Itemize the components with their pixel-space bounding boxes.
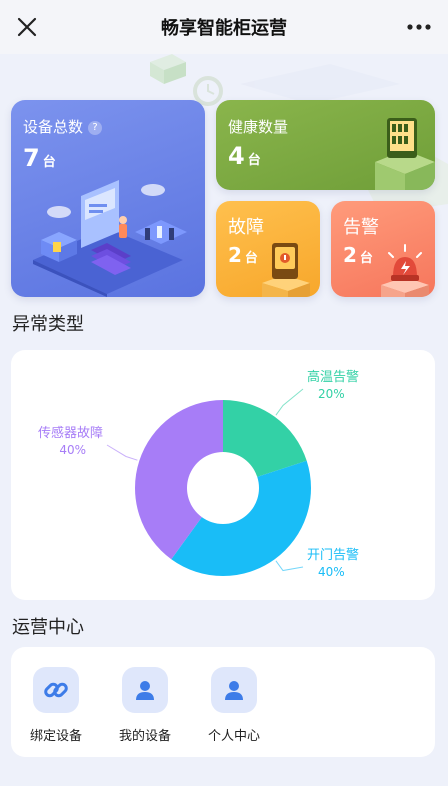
donut-value-label-3: 40% [59,443,86,457]
abnormal-types-donut-chart: 高温告警 20% 开门告警 40% 传感器故障 40% [38,369,359,579]
alarm-value: 2台 [343,243,373,267]
healthy-devices-value: 4台 [228,142,261,170]
fault-card[interactable]: 故障 2台 [216,201,320,297]
fault-value: 2台 [228,243,258,267]
healthy-devices-card[interactable]: 健康数量 4台 [216,100,435,190]
bind-device-button[interactable]: 绑定设备 [16,667,96,744]
donut-leader-line-3 [106,444,138,461]
operations-center-panel: 绑定设备 我的设备 个人中心 [11,647,435,757]
more-icon[interactable] [402,12,436,42]
page-title: 畅享智能柜运营 [161,18,287,39]
donut-value-label-1: 20% [318,387,345,401]
healthy-devices-label: 健康数量 [228,118,289,136]
donut-leader-line-2 [275,560,304,572]
link-icon [33,667,79,713]
user-icon [122,667,168,713]
abnormal-types-title: 异常类型 [12,314,84,335]
personal-center-label: 个人中心 [207,729,260,744]
donut-category-label-1: 高温告警 [307,369,359,385]
donut-value-label-2: 40% [318,565,345,579]
abnormal-types-panel: 高温告警 20% 开门告警 40% 传感器故障 40% [11,350,435,600]
siren-icon [381,244,429,297]
my-devices-button[interactable]: 我的设备 [105,667,185,744]
fault-label: 故障 [228,217,264,238]
donut-leader-line-1 [275,388,304,416]
close-icon[interactable] [12,12,42,42]
data-center-illustration [33,180,187,297]
my-devices-label: 我的设备 [118,729,171,744]
personal-center-button[interactable]: 个人中心 [194,667,274,744]
alarm-label: 告警 [343,217,379,238]
fault-device-icon [262,243,310,297]
cabinet-icon [375,118,435,190]
top-bar: 畅享智能柜运营 [0,0,448,54]
bind-device-label: 绑定设备 [29,729,82,744]
donut-category-label-3: 传感器故障 [38,425,103,441]
total-devices-card[interactable]: 设备总数? 7台 [11,100,205,297]
user-icon [211,667,257,713]
donut-category-label-2: 开门告警 [307,547,359,563]
alarm-card[interactable]: 告警 2台 [331,201,435,297]
operations-center-title: 运营中心 [12,617,84,638]
